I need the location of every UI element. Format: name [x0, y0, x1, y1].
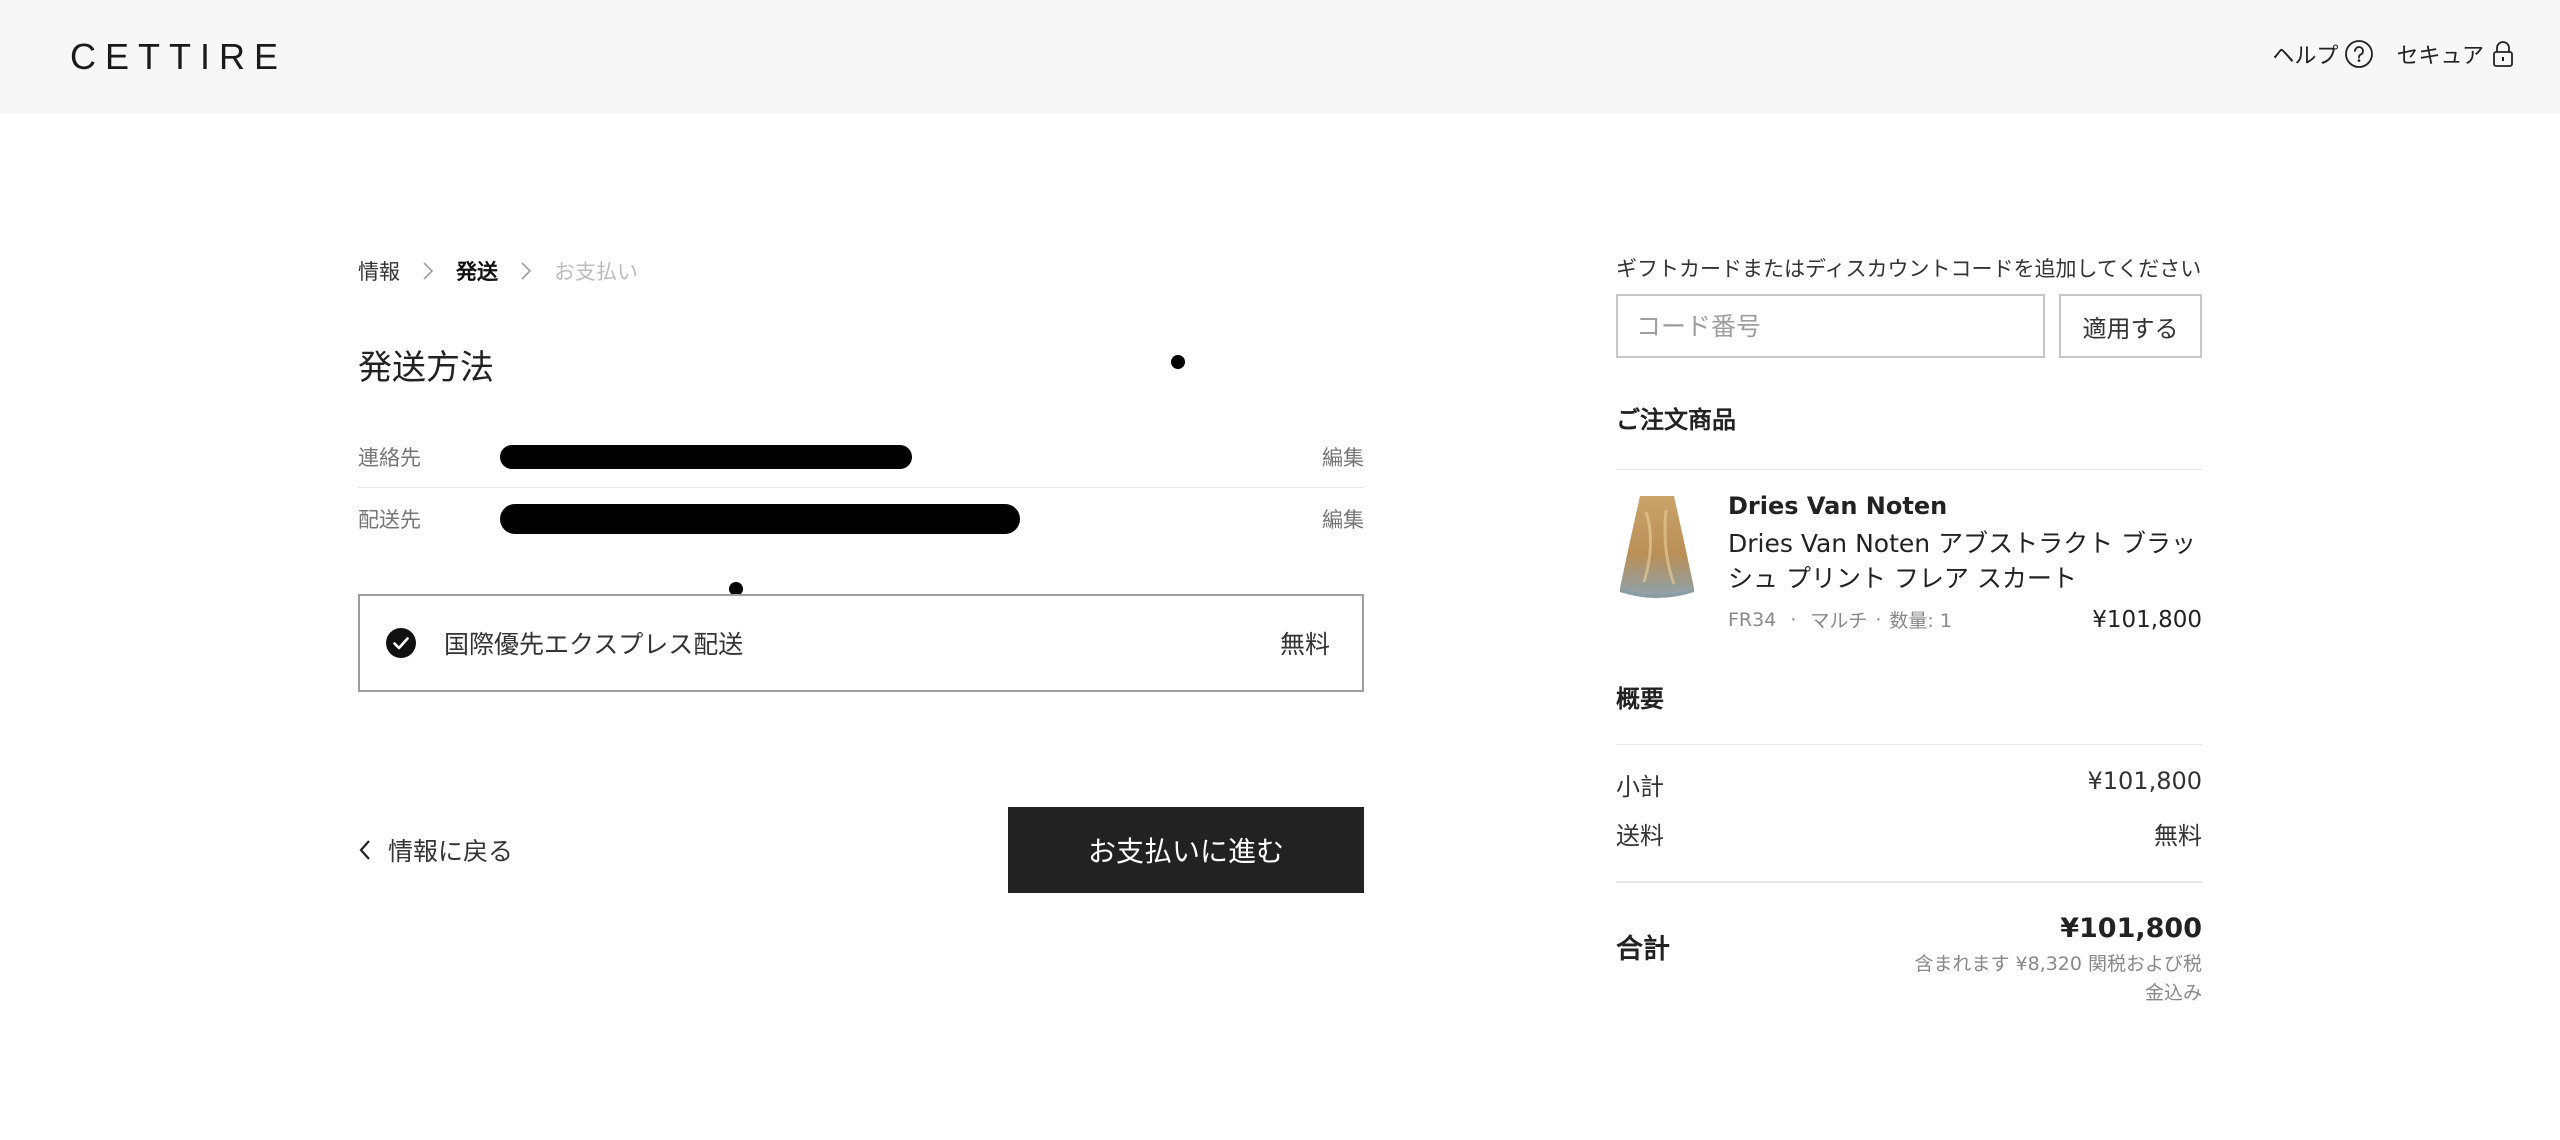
- meta-separator: ·: [1790, 608, 1797, 631]
- checkout-breadcrumb: 情報 発送 お支払い: [358, 256, 638, 286]
- product-info: Dries Van Noten Dries Van Noten アブストラクト …: [1728, 492, 2202, 633]
- product-meta: FR34 · マルチ · 数量: 1 ¥101,800: [1728, 606, 2202, 633]
- continue-to-payment-button[interactable]: お支払いに進む: [1008, 807, 1364, 893]
- gift-card-label: ギフトカードまたはディスカウントコードを追加してください: [1616, 257, 2202, 281]
- shipping-option-name: 国際優先エクスプレス配送: [444, 630, 744, 659]
- breadcrumb-info[interactable]: 情報: [358, 256, 400, 286]
- divider: [1616, 469, 2202, 470]
- header-links: ヘルプ セキュア: [2272, 38, 2516, 70]
- shipto-label: 配送先: [358, 508, 421, 532]
- back-to-info-link[interactable]: 情報に戻る: [358, 832, 513, 868]
- order-sidebar: ギフトカードまたはディスカウントコードを追加してください 適用する ご注文商品 …: [1616, 254, 2202, 1008]
- secure-label: セキュア: [2396, 44, 2484, 69]
- product-brand: Dries Van Noten: [1728, 492, 1948, 520]
- subtotal-label: 小計: [1616, 773, 1664, 801]
- question-circle-icon: [2345, 40, 2374, 68]
- product-name: Dries Van Noten アブストラクト ブラッシュ プリント フレア ス…: [1728, 529, 2197, 593]
- order-item: Dries Van Noten Dries Van Noten アブストラクト …: [1616, 492, 2202, 633]
- site-header: CETTIRE ヘルプ セキュア: [0, 0, 2560, 114]
- tax-note: 含まれます ¥8,320 関税および税金込み: [1914, 953, 2202, 1004]
- lock-icon: [2493, 41, 2513, 67]
- shipping-cost-value: 無料: [2154, 822, 2202, 850]
- page-title: 発送方法: [358, 348, 494, 388]
- chevron-left-icon: [359, 840, 370, 860]
- breadcrumb-shipping: 発送: [456, 260, 498, 284]
- contact-label: 連絡先: [358, 445, 421, 470]
- order-items-title: ご注文商品: [1616, 406, 1736, 434]
- total-block: ¥101,800 含まれます ¥8,320 関税および税金込み: [1902, 913, 2202, 1008]
- meta-separator: ·: [1875, 608, 1882, 631]
- shipto-row: 配送先 編集: [358, 488, 1364, 550]
- secure-indicator: セキュア: [2396, 38, 2516, 70]
- product-color: マルチ: [1810, 610, 1868, 632]
- cursor-dot: [1171, 355, 1185, 369]
- edit-shipto-link[interactable]: 編集: [1322, 504, 1364, 534]
- summary-title: 概要: [1616, 685, 1664, 713]
- subtotal-row: 小計 ¥101,800: [1616, 767, 2202, 802]
- subtotal-value: ¥101,800: [2087, 767, 2202, 795]
- total-value: ¥101,800: [2060, 913, 2202, 944]
- chevron-right-icon: [520, 261, 532, 281]
- shipping-cost-label: 送料: [1616, 822, 1664, 850]
- product-image: [1620, 496, 1694, 598]
- shipping-option-price: 無料: [1279, 630, 1330, 659]
- total-row: 合計 ¥101,800 含まれます ¥8,320 関税および税金込み: [1616, 913, 2202, 1008]
- back-label: 情報に戻る: [388, 837, 514, 866]
- chevron-right-icon: [422, 261, 434, 281]
- product-price: ¥101,800: [2092, 606, 2202, 633]
- discount-code-input[interactable]: [1616, 294, 2045, 358]
- divider: [1616, 881, 2202, 883]
- edit-contact-link[interactable]: 編集: [1322, 442, 1364, 472]
- redacted-contact: [500, 444, 912, 469]
- product-quantity: 数量: 1: [1889, 610, 1952, 632]
- contact-row: 連絡先 編集: [358, 426, 1364, 488]
- redacted-address: [500, 504, 1020, 534]
- breadcrumb-payment: お支払い: [554, 260, 638, 284]
- apply-code-button[interactable]: 適用する: [2059, 294, 2202, 358]
- site-logo[interactable]: CETTIRE: [70, 36, 287, 78]
- divider: [1616, 744, 2202, 745]
- check-circle-icon: [386, 628, 416, 658]
- shipping-option[interactable]: 国際優先エクスプレス配送 無料: [358, 594, 1364, 692]
- discount-code-row: 適用する: [1616, 294, 2202, 358]
- shipping-cost-row: 送料 無料: [1616, 816, 2202, 851]
- help-label: ヘルプ: [2272, 44, 2339, 69]
- help-link[interactable]: ヘルプ: [2272, 38, 2374, 70]
- total-label: 合計: [1616, 934, 1670, 965]
- product-size: FR34: [1728, 608, 1777, 631]
